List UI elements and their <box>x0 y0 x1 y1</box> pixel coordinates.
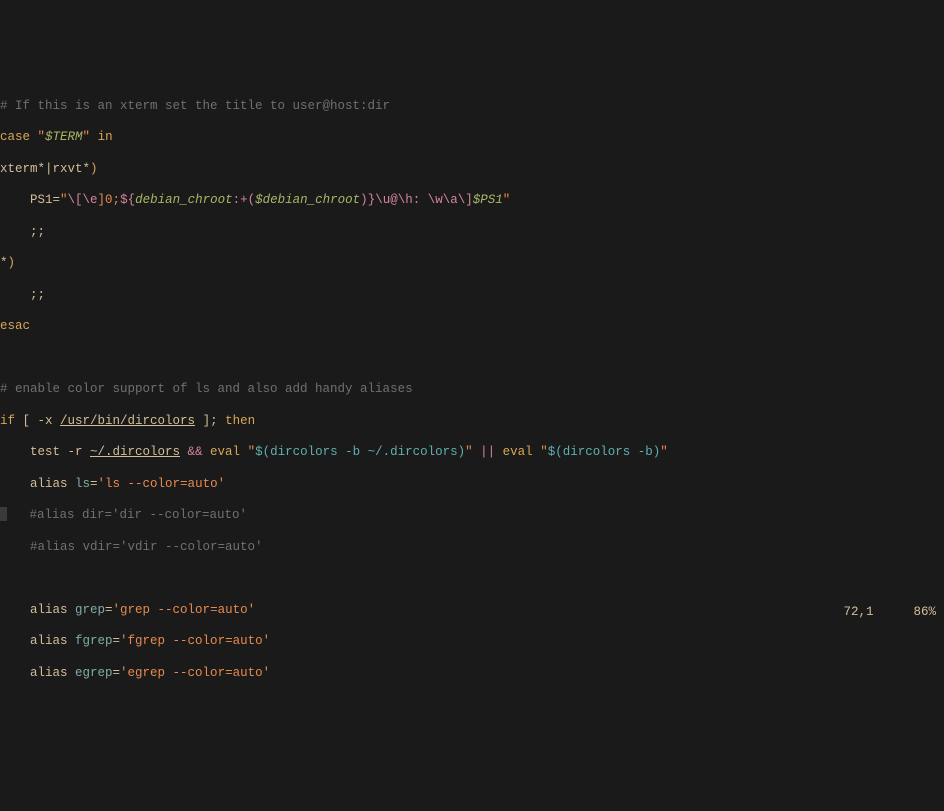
var: $PS1 <box>473 193 503 207</box>
scroll-percent: 86% <box>913 604 936 618</box>
str: " <box>60 193 68 207</box>
cmd-egrep: egrep <box>75 666 113 680</box>
eval: eval <box>210 445 240 459</box>
str: 'fgrep --color=auto' <box>120 634 270 648</box>
str: " <box>503 193 511 207</box>
and: && <box>180 445 210 459</box>
comment: # If this is an xterm set the title to u… <box>0 99 390 113</box>
pattern: xterm*|rxvt* <box>0 162 90 176</box>
semisemi: ;; <box>0 225 45 239</box>
comment: # enable color support of ls and also ad… <box>0 382 413 396</box>
eq: = <box>113 634 121 648</box>
str: " <box>30 130 45 144</box>
str: " <box>240 445 255 459</box>
cmd-fgrep: fgrep <box>75 634 113 648</box>
comment: #alias vdir='vdir --color=auto' <box>30 540 263 554</box>
str: " <box>660 445 668 459</box>
kw-then: then <box>225 414 255 428</box>
sub: $( <box>548 445 563 459</box>
path: ~/.dircolors <box>90 445 180 459</box>
path: /usr/bin/dircolors <box>60 414 195 428</box>
str: 'egrep --color=auto' <box>120 666 270 680</box>
eq: = <box>90 477 98 491</box>
test: [ -x <box>15 414 60 428</box>
rparen: ) <box>8 256 16 270</box>
eval: eval <box>503 445 533 459</box>
test: ]; <box>195 414 225 428</box>
op: :+ <box>233 193 248 207</box>
sub: ) <box>458 445 466 459</box>
rparen: ) <box>90 162 98 176</box>
comment: #alias dir='dir --color=auto' <box>30 508 248 522</box>
alias-kw: alias <box>0 477 75 491</box>
esc: \u@\h: \w\a\] <box>375 193 473 207</box>
str: " <box>83 130 91 144</box>
cmd: dircolors -b ~/.dircolors <box>270 445 458 459</box>
assign: PS1= <box>0 193 60 207</box>
pattern: * <box>0 256 8 270</box>
sub: $( <box>255 445 270 459</box>
kw-if: if <box>0 414 15 428</box>
var: $TERM <box>45 130 83 144</box>
code-editor[interactable]: # If this is an xterm set the title to u… <box>0 70 944 688</box>
cursor-position: 72,1 <box>843 604 873 618</box>
kw-esac: esac <box>0 319 30 333</box>
test: test -r <box>0 445 90 459</box>
paren: ( <box>248 193 256 207</box>
vim-statusbar: 72,1 86% <box>0 604 944 618</box>
kw-case: case <box>0 130 30 144</box>
str: ]0; <box>98 193 121 207</box>
esc: \[\e <box>68 193 98 207</box>
alias-kw: alias <box>0 666 75 680</box>
var: $debian_chroot <box>255 193 360 207</box>
cmd: dircolors -b <box>563 445 653 459</box>
eq: = <box>113 666 121 680</box>
cmd-ls: ls <box>75 477 90 491</box>
or: || <box>473 445 503 459</box>
alias-kw: alias <box>0 634 75 648</box>
cursor <box>0 507 7 521</box>
kw-in: in <box>90 130 113 144</box>
braces: ${ <box>120 193 135 207</box>
str: " <box>465 445 473 459</box>
comment <box>0 540 30 554</box>
semisemi: ;; <box>0 288 45 302</box>
str: " <box>533 445 548 459</box>
comment <box>7 508 30 522</box>
paren: ) <box>360 193 368 207</box>
str: 'ls --color=auto' <box>98 477 226 491</box>
var: debian_chroot <box>135 193 233 207</box>
